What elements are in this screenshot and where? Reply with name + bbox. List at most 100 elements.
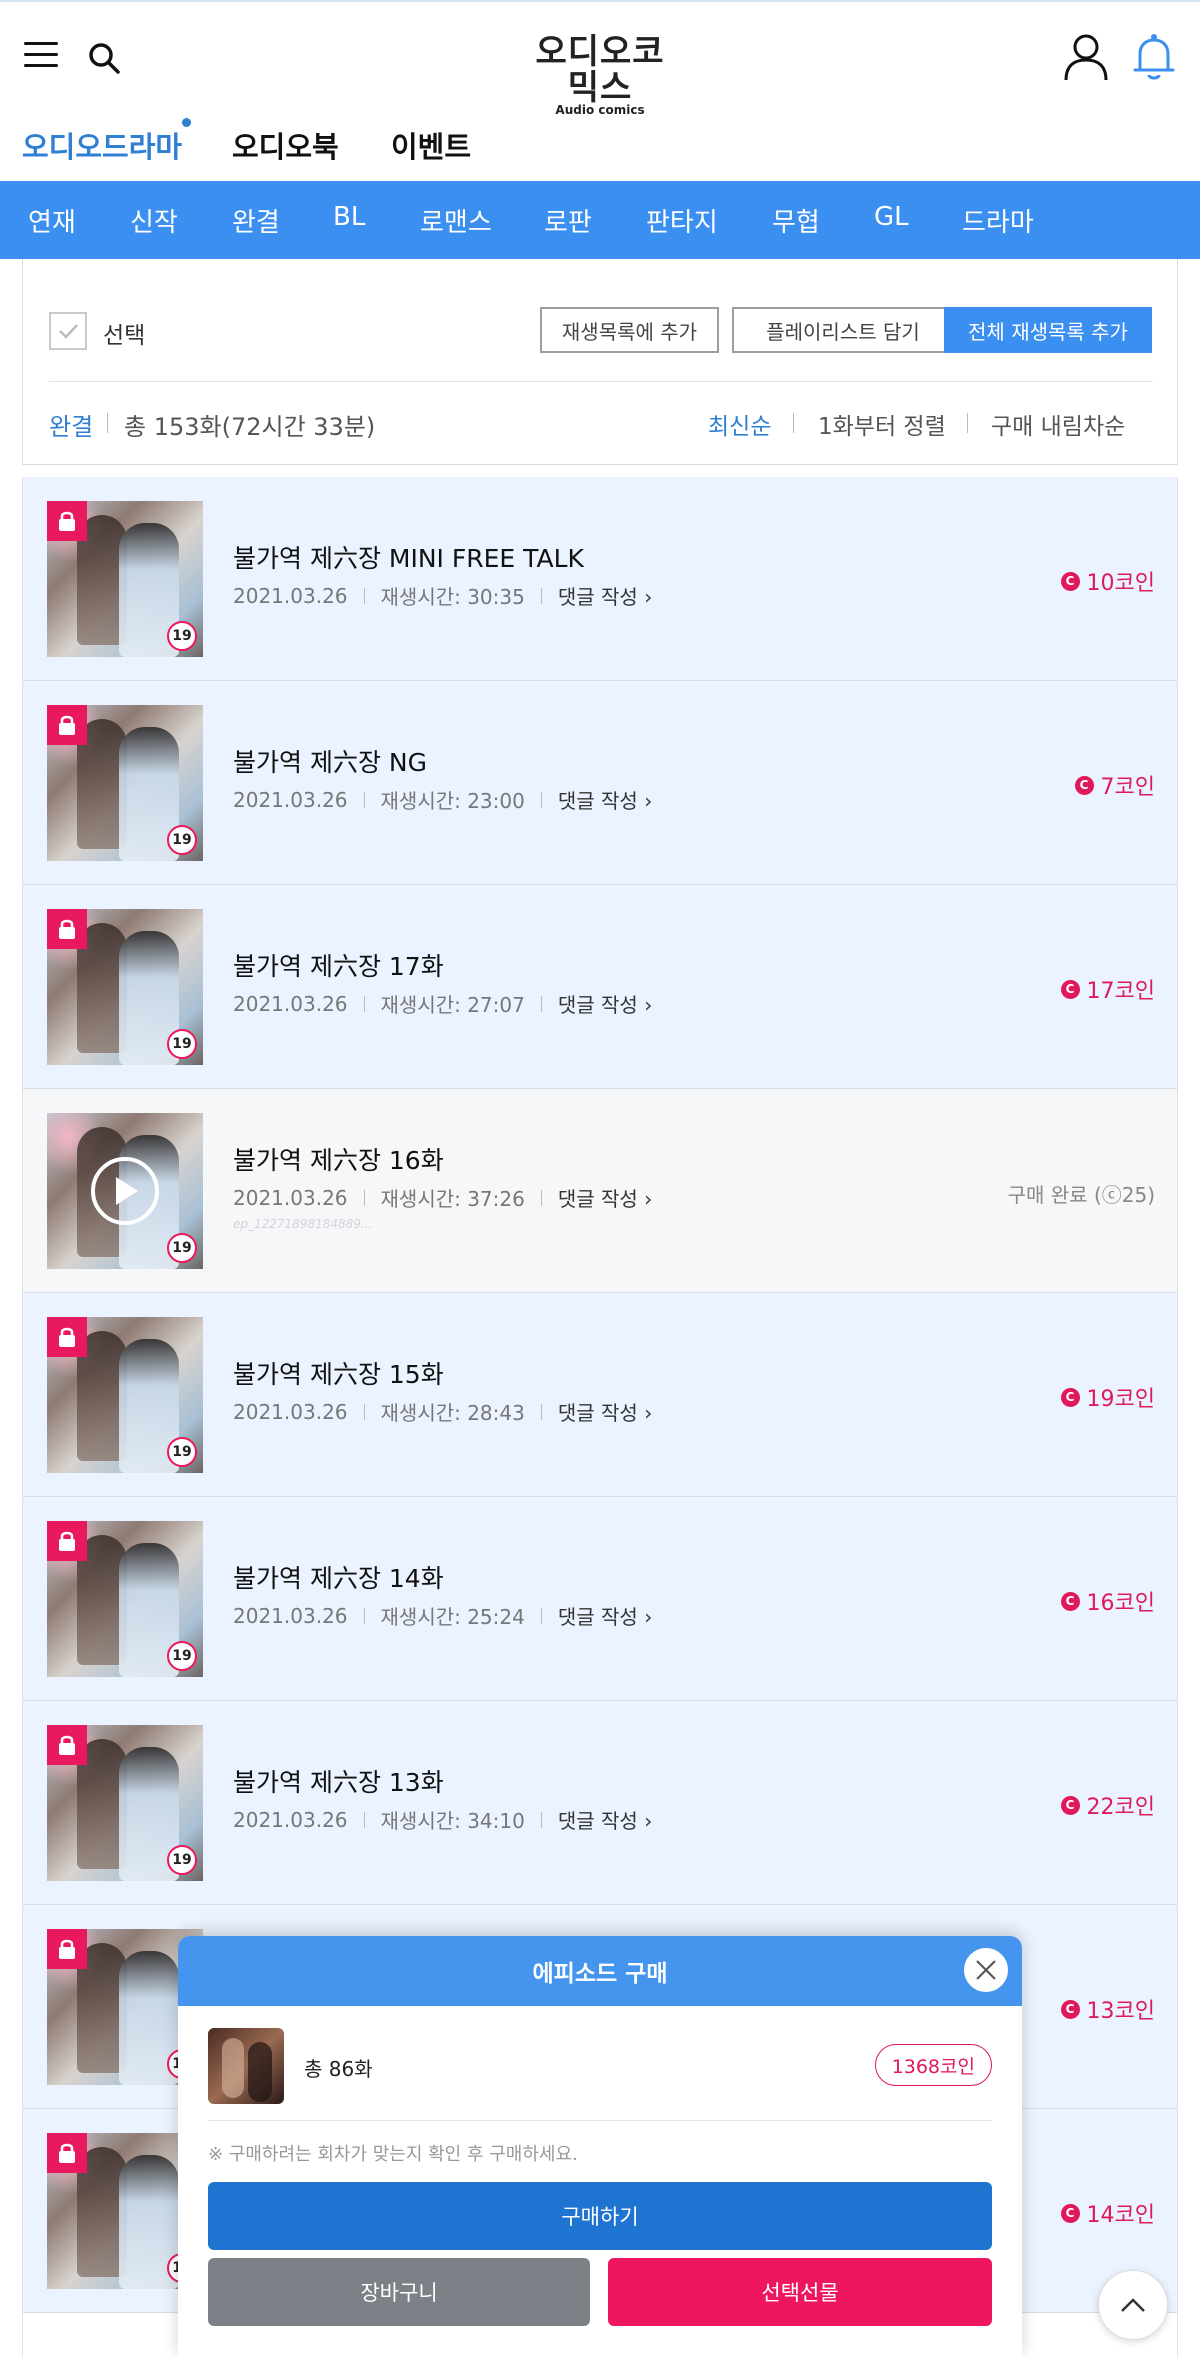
genre-fantasy[interactable]: 판타지 — [646, 202, 718, 239]
write-comment-link[interactable]: 댓글 작성 › — [558, 1183, 652, 1212]
genre-new[interactable]: 신작 — [130, 202, 178, 239]
tab-audio-drama[interactable]: 오디오드라마 — [22, 124, 182, 166]
episode-row[interactable]: 19 불가역 제六장 13화 2021.03.26 재생시간: 34:10 댓글 작성 … — [23, 1701, 1177, 1905]
genre-drama[interactable]: 드라마 — [962, 202, 1034, 239]
episode-duration: 재생시간: 37:26 — [380, 1187, 525, 1211]
tab-event[interactable]: 이벤트 — [391, 124, 471, 166]
episode-title: 불가역 제六장 17화 — [233, 952, 444, 981]
episode-total: 총 153화(72시간 33분) — [124, 413, 376, 441]
close-icon[interactable] — [962, 1946, 1010, 1994]
top-bar: 오디오코믹스 Audio comics — [0, 0, 1200, 116]
genre-completed[interactable]: 완결 — [232, 202, 280, 239]
category-tabs: 오디오드라마 오디오북 이벤트 — [0, 110, 1200, 180]
genre-gl[interactable]: GL — [874, 202, 909, 232]
divider — [793, 413, 794, 433]
episode-thumbnail[interactable]: 19 — [47, 1521, 203, 1677]
episode-thumbnail[interactable]: 19 — [47, 909, 203, 1065]
episode-price: C 10코인 — [1060, 565, 1155, 597]
write-comment-link[interactable]: 댓글 작성 › — [558, 581, 652, 610]
coin-icon: C — [1060, 1795, 1080, 1815]
purchase-note: ※ 구매하려는 회차가 맞는지 확인 후 구매하세요. — [208, 2144, 578, 2165]
gift-button[interactable]: 선택선물 — [608, 2258, 992, 2326]
episode-meta: 2021.03.26 재생시간: 30:35 댓글 작성 › — [233, 581, 652, 610]
write-comment-link[interactable]: 댓글 작성 › — [558, 989, 652, 1018]
scroll-to-top-button[interactable] — [1098, 2270, 1168, 2340]
genre-serial[interactable]: 연재 — [28, 202, 76, 239]
episode-date: 2021.03.26 — [233, 991, 348, 1016]
sort-purchase-desc[interactable]: 구매 내림차순 — [991, 407, 1125, 441]
episode-row[interactable]: 19 불가역 제六장 17화 2021.03.26 재생시간: 27:07 댓글 작성 … — [23, 885, 1177, 1089]
write-comment-link[interactable]: 댓글 작성 › — [558, 1601, 652, 1630]
episode-duration: 재생시간: 23:00 — [380, 789, 525, 813]
genre-bl[interactable]: BL — [333, 202, 365, 232]
lock-icon — [47, 1929, 87, 1969]
add-all-to-queue-button[interactable]: 전체 재생목록 추가 — [944, 307, 1152, 353]
menu-icon[interactable] — [24, 42, 58, 68]
divider — [208, 2120, 992, 2121]
purchase-modal: 에피소드 구매 총 86화 1368코인 ※ 구매하려는 회차가 맞는지 확인 … — [178, 1936, 1022, 2357]
episode-row[interactable]: 19 불가역 제六장 16화 2021.03.26 재생시간: 37:26 댓글 작성 … — [23, 1089, 1177, 1293]
age-rating-badge: 19 — [167, 621, 197, 651]
coin-icon: C — [1060, 2203, 1080, 2223]
episode-duration: 재생시간: 34:10 — [380, 1809, 525, 1833]
episode-thumbnail[interactable]: 19 — [47, 1725, 203, 1881]
episode-date: 2021.03.26 — [233, 787, 348, 812]
episode-meta: 2021.03.26 재생시간: 27:07 댓글 작성 › — [233, 989, 652, 1018]
episode-price: C 19코인 — [1060, 1381, 1155, 1413]
genre-romance-fantasy[interactable]: 로판 — [544, 202, 592, 239]
episode-date: 2021.03.26 — [233, 1807, 348, 1832]
sort-newest[interactable]: 최신순 — [708, 407, 771, 441]
cart-button[interactable]: 장바구니 — [208, 2258, 590, 2326]
play-icon[interactable] — [91, 1157, 159, 1225]
add-to-playlist-button[interactable]: 플레이리스트 담기 — [732, 307, 954, 353]
age-rating-badge: 19 — [167, 1845, 197, 1875]
write-comment-link[interactable]: 댓글 작성 › — [558, 785, 652, 814]
bell-icon[interactable] — [1132, 32, 1176, 82]
episode-row[interactable]: 19 불가역 제六장 NG 2021.03.26 재생시간: 23:00 댓글 작성 ›… — [23, 681, 1177, 885]
write-comment-link[interactable]: 댓글 작성 › — [558, 1397, 652, 1426]
write-comment-link[interactable]: 댓글 작성 › — [558, 1805, 652, 1834]
chevron-right-icon: › — [644, 585, 653, 609]
age-rating-badge: 19 — [167, 825, 197, 855]
tab-audiobook[interactable]: 오디오북 — [232, 124, 339, 166]
episode-row[interactable]: 19 불가역 제六장 MINI FREE TALK 2021.03.26 재생시간: … — [23, 477, 1177, 681]
modal-header: 에피소드 구매 — [178, 1936, 1022, 2006]
episode-thumbnail[interactable]: 19 — [47, 1317, 203, 1473]
episode-date: 2021.03.26 — [233, 1399, 348, 1424]
select-label: 선택 — [103, 323, 146, 349]
episode-thumbnail[interactable]: 19 — [47, 501, 203, 657]
lock-icon — [47, 2133, 87, 2173]
episode-duration: 재생시간: 28:43 — [380, 1401, 525, 1425]
purchase-complete-label: 구매 완료 (ⓒ25) — [1007, 1183, 1155, 1207]
episode-title: 불가역 제六장 15화 — [233, 1360, 444, 1389]
select-all-checkbox[interactable] — [49, 312, 87, 350]
logo[interactable]: 오디오코믹스 Audio comics — [520, 34, 680, 116]
lock-icon — [47, 909, 87, 949]
episode-meta: 2021.03.26 재생시간: 28:43 댓글 작성 › — [233, 1397, 652, 1426]
buy-button[interactable]: 구매하기 — [208, 2182, 992, 2250]
episode-thumbnail[interactable]: 19 — [47, 1113, 203, 1269]
chevron-right-icon: › — [644, 1809, 653, 1833]
search-icon[interactable] — [86, 40, 122, 76]
age-rating-badge: 19 — [167, 1437, 197, 1467]
add-to-queue-button[interactable]: 재생목록에 추가 — [540, 307, 719, 353]
episode-duration: 재생시간: 27:07 — [380, 993, 525, 1017]
episode-row[interactable]: 19 불가역 제六장 14화 2021.03.26 재생시간: 25:24 댓글 작성 … — [23, 1497, 1177, 1701]
divider — [49, 381, 1153, 382]
series-thumbnail — [208, 2028, 284, 2104]
sort-from-first[interactable]: 1화부터 정렬 — [818, 407, 946, 441]
age-rating-badge: 19 — [167, 1029, 197, 1059]
episode-row[interactable]: 19 불가역 제六장 15화 2021.03.26 재생시간: 28:43 댓글 작성 … — [23, 1293, 1177, 1497]
episode-meta: 2021.03.26 재생시간: 25:24 댓글 작성 › — [233, 1601, 652, 1630]
episode-price: C 14코인 — [1060, 2197, 1155, 2229]
chevron-right-icon: › — [644, 1401, 653, 1425]
episode-title: 불가역 제六장 NG — [233, 748, 427, 777]
coin-icon: C — [1060, 979, 1080, 999]
episode-thumbnail[interactable]: 19 — [47, 705, 203, 861]
user-icon[interactable] — [1062, 32, 1110, 82]
genre-martial-arts[interactable]: 무협 — [772, 202, 820, 239]
episode-price: C 17코인 — [1060, 973, 1155, 1005]
episode-price: C 16코인 — [1060, 1585, 1155, 1617]
genre-romance[interactable]: 로맨스 — [420, 202, 492, 239]
lock-icon — [47, 1317, 87, 1357]
